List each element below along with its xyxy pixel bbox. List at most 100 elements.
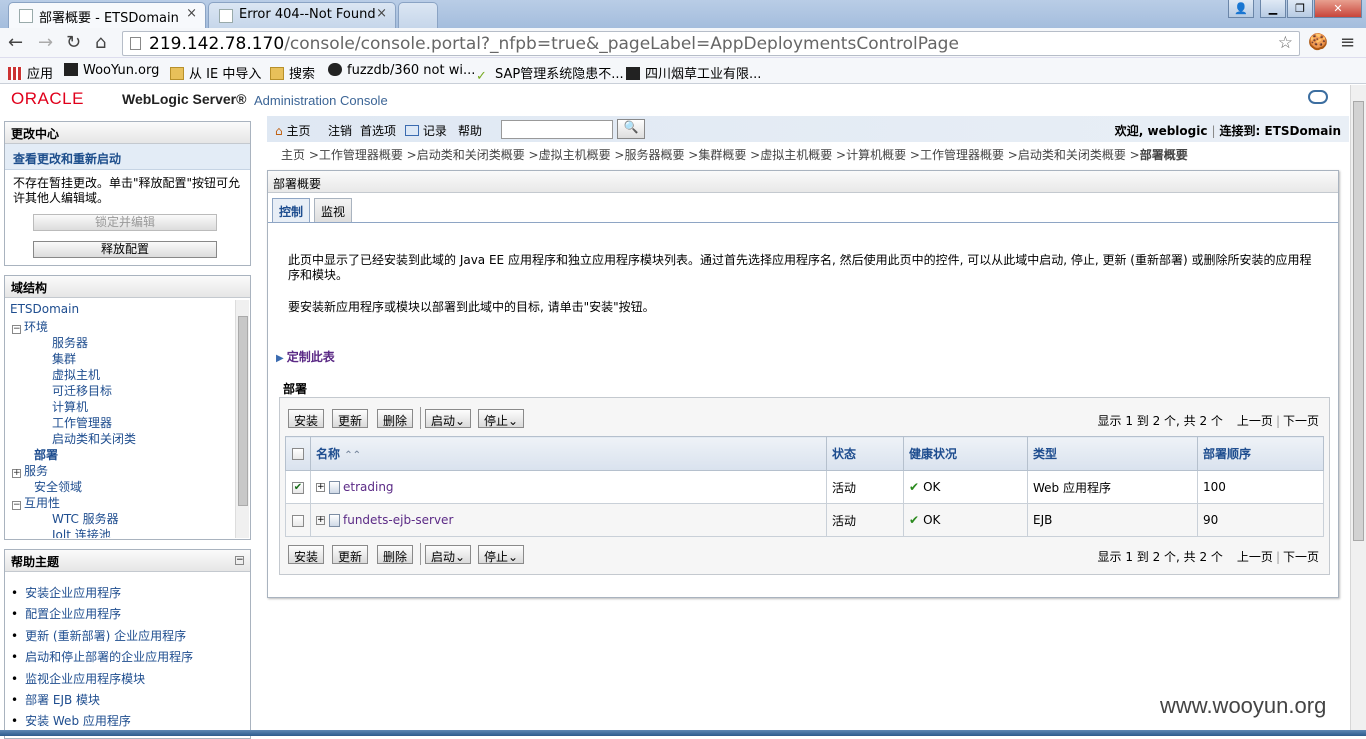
column-deploy-order[interactable]: 部署顺序: [1197, 436, 1324, 471]
menu-preferences[interactable]: 首选项: [360, 122, 396, 139]
search-button[interactable]: 🔍: [617, 119, 645, 139]
bookmark-label: 四川烟草工业有限...: [645, 67, 762, 82]
bookmark-sichuan[interactable]: 四川烟草工业有限...: [626, 63, 761, 82]
browser-tab-active[interactable]: 部署概要 - ETSDomain ×: [8, 2, 206, 28]
page-icon: [130, 37, 141, 50]
collapse-icon[interactable]: −: [235, 556, 244, 565]
start-dropdown-bottom[interactable]: 启动⌄: [425, 545, 472, 564]
breadcrumb-trail[interactable]: 主页 >工作管理器概要 >启动类和关闭类概要 >虚拟主机概要 >服务器概要 >集…: [281, 148, 1140, 162]
delete-button[interactable]: 删除: [377, 409, 414, 428]
scroll-thumb[interactable]: [238, 316, 248, 506]
new-tab-button[interactable]: [398, 2, 438, 28]
minimize-icon[interactable]: ▁: [1260, 0, 1286, 18]
expand-icon[interactable]: +: [12, 469, 21, 478]
delete-button-bottom[interactable]: 删除: [377, 545, 414, 564]
help-link[interactable]: 配置企业应用程序: [11, 605, 121, 622]
help-link[interactable]: 安装 Web 应用程序: [11, 712, 131, 729]
release-config-button[interactable]: 释放配置: [33, 241, 217, 258]
tree-node-services[interactable]: + 服务: [12, 462, 48, 479]
browser-tab[interactable]: Error 404--Not Found ×: [208, 2, 396, 28]
tree-node-interoperability[interactable]: − 互用性: [12, 494, 60, 511]
update-button-bottom[interactable]: 更新: [332, 545, 369, 564]
tree-scrollbar[interactable]: [235, 300, 249, 538]
bookmark-search[interactable]: 搜索: [270, 63, 315, 82]
sort-ascending-icon[interactable]: ⌃⌃: [344, 450, 361, 461]
scroll-thumb[interactable]: [1353, 101, 1364, 541]
tree-item-servers[interactable]: 服务器: [52, 334, 88, 351]
collapse-icon[interactable]: −: [12, 501, 21, 510]
close-window-icon[interactable]: ✕: [1314, 0, 1362, 18]
close-tab-icon[interactable]: ×: [186, 6, 197, 21]
install-button[interactable]: 安装: [288, 409, 325, 428]
prev-page-link[interactable]: 上一页: [1237, 550, 1273, 564]
help-link[interactable]: 启动和停止部署的企业应用程序: [11, 648, 193, 665]
menu-help[interactable]: 帮助: [458, 122, 482, 139]
row-checkbox-checked[interactable]: ✔: [292, 481, 304, 494]
menu-icon[interactable]: ≡: [1340, 32, 1355, 53]
column-health[interactable]: 健康状况: [903, 436, 1028, 471]
stop-dropdown-bottom[interactable]: 停止⌄: [478, 545, 525, 564]
help-link[interactable]: 部署 EJB 模块: [11, 691, 100, 708]
help-link[interactable]: 监视企业应用程序模块: [11, 670, 145, 687]
windows-taskbar: [0, 730, 1366, 736]
select-all-checkbox[interactable]: [292, 448, 304, 460]
menu-record[interactable]: 记录: [405, 122, 447, 139]
header-help-icon[interactable]: [1308, 90, 1328, 104]
console-header: ORACLE WebLogic Server® Administration C…: [0, 85, 1350, 113]
next-page-link[interactable]: 下一页: [1283, 550, 1319, 564]
view-changes-link[interactable]: 查看更改和重新启动: [5, 144, 250, 170]
close-tab-icon[interactable]: ×: [376, 6, 387, 21]
column-name[interactable]: 名称 ⌃⌃: [310, 436, 827, 471]
tree-item-clusters[interactable]: 集群: [52, 350, 76, 367]
tree-item-virtual-hosts[interactable]: 虚拟主机: [52, 366, 100, 383]
tab-control[interactable]: 控制: [272, 198, 311, 222]
app-name-link[interactable]: etrading: [343, 480, 394, 494]
start-dropdown[interactable]: 启动⌄: [425, 409, 472, 428]
menu-home[interactable]: ⌂ 主页: [275, 122, 310, 139]
collapse-icon[interactable]: −: [12, 325, 21, 334]
next-page-link[interactable]: 下一页: [1283, 414, 1319, 428]
help-link[interactable]: 安装企业应用程序: [11, 584, 121, 601]
column-state[interactable]: 状态: [826, 436, 904, 471]
search-input[interactable]: [501, 120, 613, 139]
cookie-extension-icon[interactable]: 🍪: [1308, 32, 1328, 51]
tree-item-wtc-servers[interactable]: WTC 服务器: [52, 510, 119, 527]
home-icon[interactable]: ⌂: [95, 32, 106, 53]
bookmark-wooyun[interactable]: WooYun.org: [64, 63, 159, 78]
back-icon[interactable]: ←: [8, 32, 23, 53]
app-name-link[interactable]: fundets-ejb-server: [343, 513, 453, 527]
user-icon[interactable]: 👤: [1228, 0, 1254, 18]
tree-node-environment[interactable]: − 环境: [12, 318, 48, 335]
maximize-icon[interactable]: ❐: [1287, 0, 1313, 18]
column-type[interactable]: 类型: [1027, 436, 1198, 471]
menu-logout[interactable]: 注销: [328, 122, 352, 139]
tab-monitoring[interactable]: 监视: [314, 198, 353, 222]
row-checkbox[interactable]: [292, 514, 304, 527]
forward-icon[interactable]: →: [38, 32, 53, 53]
page-scrollbar[interactable]: [1350, 85, 1366, 730]
tree-item-security-realms[interactable]: 安全领域: [34, 478, 82, 495]
bookmark-sap[interactable]: ✓ SAP管理系统隐患不...: [476, 63, 624, 84]
tree-item-deployments[interactable]: 部署: [34, 446, 58, 463]
stop-dropdown[interactable]: 停止⌄: [478, 409, 525, 428]
help-link[interactable]: 更新 (重新部署) 企业应用程序: [11, 627, 186, 644]
tree-item-machines[interactable]: 计算机: [52, 398, 88, 415]
bookmark-apps[interactable]: 应用: [8, 63, 53, 82]
tree-item-work-managers[interactable]: 工作管理器: [52, 414, 112, 431]
lock-edit-button[interactable]: 锁定并编辑: [33, 214, 217, 231]
bookmark-ie-import[interactable]: 从 IE 中导入: [170, 63, 261, 82]
expand-icon[interactable]: +: [316, 483, 325, 492]
customize-table-link[interactable]: ▶ 定制此表: [276, 348, 335, 365]
update-button[interactable]: 更新: [332, 409, 369, 428]
reload-icon[interactable]: ↻: [66, 32, 81, 53]
install-button-bottom[interactable]: 安装: [288, 545, 325, 564]
expand-icon[interactable]: +: [316, 516, 325, 525]
tree-root-domain[interactable]: ETSDomain: [10, 302, 79, 316]
tree-item-jolt-pools[interactable]: Jolt 连接池: [52, 526, 111, 538]
tree-item-migratable-targets[interactable]: 可迁移目标: [52, 382, 112, 399]
prev-page-link[interactable]: 上一页: [1237, 414, 1273, 428]
bookmark-fuzzdb[interactable]: fuzzdb/360 not wi...: [328, 63, 475, 78]
tree-item-startup-shutdown[interactable]: 启动类和关闭类: [52, 430, 136, 447]
bookmark-star-icon[interactable]: ☆: [1278, 33, 1293, 53]
address-bar[interactable]: 219.142.78.170/console/console.portal?_n…: [122, 31, 1300, 56]
